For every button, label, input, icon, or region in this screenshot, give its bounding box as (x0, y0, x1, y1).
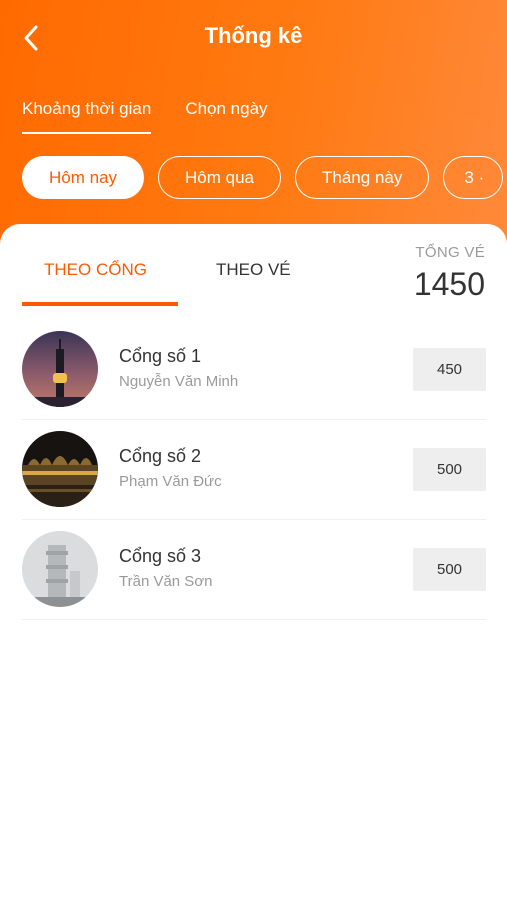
range-tabs: Khoảng thời gian Chọn ngày (22, 96, 268, 134)
gate-person: Trần Văn Sơn (119, 573, 213, 590)
gate-name: Cổng số 2 (119, 446, 202, 466)
gate-name: Cổng số 3 (119, 546, 202, 566)
tab-time-range[interactable]: Khoảng thời gian (22, 96, 152, 134)
gate-count: 500 (413, 448, 486, 491)
total-value: 1450 (413, 266, 485, 302)
avatar (22, 331, 98, 407)
active-tab-indicator (22, 302, 178, 306)
stats-card: THEO CỔNG THEO VÉ TỔNG VÉ 1450 Cổng số 1… (0, 224, 507, 900)
list-item[interactable]: Cổng số 2 Phạm Văn Đức 500 (22, 420, 486, 520)
tab-by-gate[interactable]: THEO CỔNG (44, 258, 147, 282)
gate-count: 450 (413, 348, 486, 391)
gate-count: 500 (413, 548, 486, 591)
gate-list: Cổng số 1 Nguyễn Văn Minh 450 Cổng số 2 … (22, 320, 486, 620)
avatar (22, 531, 98, 607)
list-item[interactable]: Cổng số 1 Nguyễn Văn Minh 450 (22, 320, 486, 420)
chip-yesterday[interactable]: Hôm qua (158, 156, 282, 199)
total-label: TỔNG VÉ (415, 244, 485, 261)
period-chips: Hôm nay Hôm qua Tháng này 3 · (22, 156, 504, 199)
list-item[interactable]: Cổng số 3 Trần Văn Sơn 500 (22, 520, 486, 620)
avatar (22, 431, 98, 507)
tab-by-ticket[interactable]: THEO VÉ (216, 258, 291, 282)
tab-choose-date[interactable]: Chọn ngày (185, 96, 267, 132)
chip-today[interactable]: Hôm nay (22, 156, 145, 199)
gate-person: Nguyễn Văn Minh (119, 373, 239, 390)
stats-tabs: THEO CỔNG THEO VÉ TỔNG VÉ 1450 (0, 224, 507, 308)
chip-more[interactable]: 3 · (443, 156, 504, 199)
page-title: Thống kê (204, 23, 303, 48)
gate-person: Phạm Văn Đức (119, 473, 222, 490)
chip-this-month[interactable]: Tháng này (295, 156, 430, 199)
gate-name: Cổng số 1 (119, 346, 202, 366)
